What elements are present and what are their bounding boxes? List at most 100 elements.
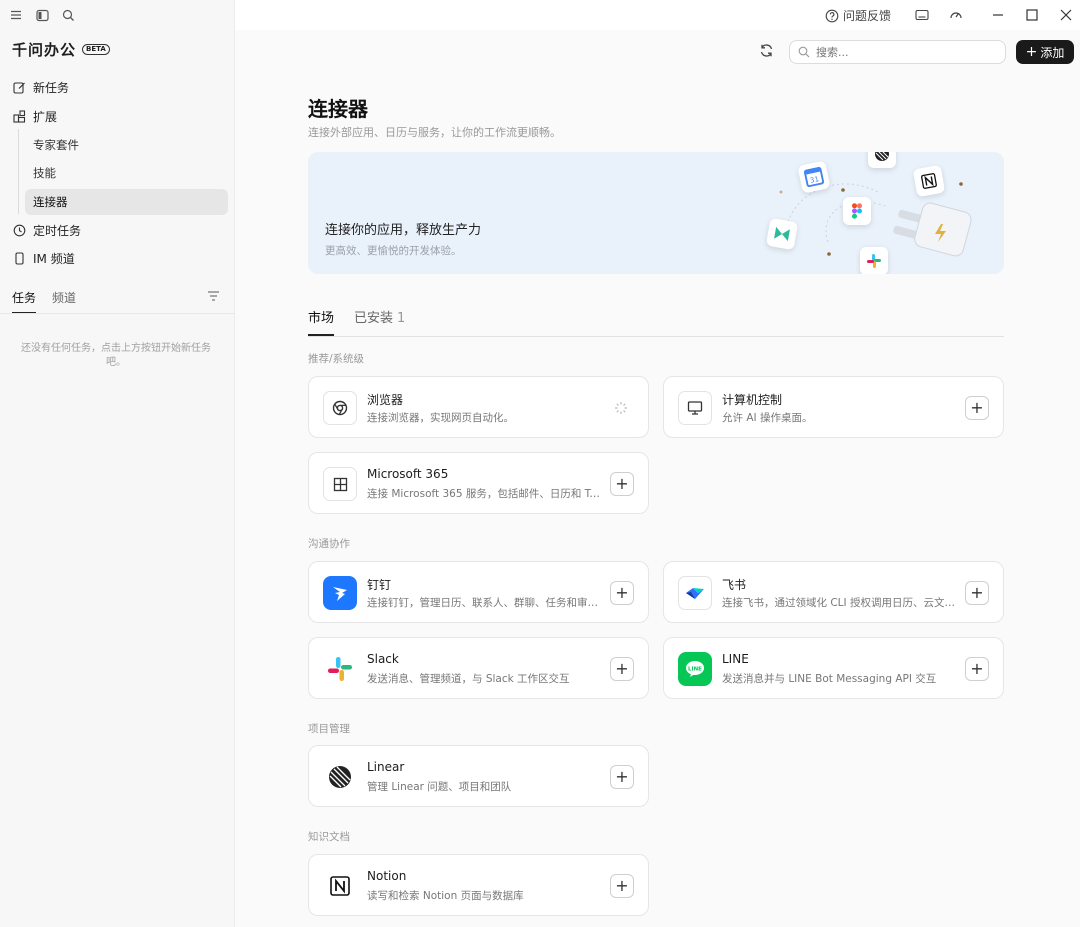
connector-desc: 读写和检索 Notion 页面与数据库 [367,890,524,902]
maximize-icon[interactable] [1024,7,1040,23]
beta-badge: BETA [82,44,110,55]
connector-card-computer-control[interactable]: 计算机控制 允许 AI 操作桌面。 + [663,376,1004,438]
add-connector-button[interactable]: + [610,874,634,898]
section-knowledge: 知识文档 [308,831,350,843]
notion-icon [912,164,946,198]
connector-name: Slack [367,652,399,666]
m-logo-icon [765,217,799,251]
page-title: 连接器 [308,97,368,121]
sidebar-item-label: 连接器 [33,195,68,209]
dingtalk-icon [323,576,357,610]
sidebar-item-connectors[interactable]: 连接器 [25,189,228,215]
section-communication: 沟通协作 [308,538,350,550]
edit-icon [12,80,26,94]
empty-state-text: 还没有任何任务，点击上方按钮开始新任务吧。 [21,343,211,368]
add-connector-button[interactable]: + [610,765,634,789]
connector-desc: 连接浏览器，实现网页自动化。 [367,412,514,424]
connector-name: 计算机控制 [722,393,783,407]
search-icon[interactable] [61,8,75,22]
tab-market-label: 市场 [308,311,335,326]
nav-im-channels[interactable]: IM 频道 [12,246,75,270]
nav-scheduled-label: 定时任务 [33,223,82,238]
connector-desc: 发送消息并与 LINE Bot Messaging API 交互 [722,673,937,685]
nav-new-task-label: 新任务 [33,80,70,95]
connector-card-notion[interactable]: Notion 读写和检索 Notion 页面与数据库 + [308,854,649,916]
nav-scheduled-tasks[interactable]: 定时任务 [12,218,81,242]
add-button[interactable]: + 添加 [1016,40,1074,64]
sidebar-item-label: 技能 [33,166,56,180]
add-connector-button[interactable]: + [610,581,634,605]
feedback-button[interactable]: 问题反馈 [825,7,891,24]
connector-card-microsoft-365[interactable]: Microsoft 365 连接 Microsoft 365 服务，包括邮件、日… [308,452,649,514]
connector-card-linear[interactable]: Linear 管理 Linear 问题、项目和团队 + [308,745,649,807]
connector-card-browser[interactable]: 浏览器 连接浏览器，实现网页自动化。 [308,376,649,438]
brand: 千问办公 BETA [12,39,110,60]
monitor-icon [678,391,712,425]
connector-name: LINE [722,652,749,666]
section-project-management: 项目管理 [308,723,350,735]
search-box[interactable] [789,40,1006,64]
slack-icon [323,652,357,686]
sidebar-tabs: 任务 频道 [12,289,224,314]
connector-desc: 发送消息、管理频道，与 Slack 工作区交互 [367,673,570,685]
add-connector-button[interactable]: + [610,657,634,681]
sidebar-item-label: 专家套件 [33,138,79,152]
add-connector-button[interactable]: + [610,472,634,496]
keyboard-icon[interactable] [914,7,930,23]
filter-icon[interactable] [207,290,220,305]
tab-tasks[interactable]: 任务 [12,289,37,314]
sidebar-item-expert-suite[interactable]: 专家套件 [25,132,228,158]
app-name: 千问办公 [12,41,77,59]
connector-card-slack[interactable]: Slack 发送消息、管理频道，与 Slack 工作区交互 + [308,637,649,699]
submenu-line [18,129,19,214]
connector-desc: 允许 AI 操作桌面。 [722,412,813,424]
connector-name: Linear [367,760,405,774]
feedback-label: 问题反馈 [843,9,892,23]
add-connector-button[interactable]: + [965,581,989,605]
tab-installed[interactable]: 已安装 1 [354,307,405,336]
connector-desc: 连接 Microsoft 365 服务，包括邮件、日历和 Teams [367,488,603,500]
nav-im-label: IM 频道 [33,251,75,266]
add-connector-button[interactable]: + [965,396,989,420]
nav-extensions[interactable]: 扩展 [12,104,57,128]
tab-installed-label: 已安装 [354,311,394,326]
banner-title: 连接你的应用，释放生产力 [325,223,482,238]
plus-icon: + [1025,44,1038,60]
slack-icon [860,247,888,274]
notion-icon [323,869,357,903]
help-icon [825,9,839,22]
tab-channels[interactable]: 频道 [52,289,76,314]
refresh-icon[interactable] [759,43,774,61]
add-connector-button[interactable]: + [965,657,989,681]
sidebar-item-skills[interactable]: 技能 [25,160,228,186]
add-button-label: 添加 [1040,45,1065,60]
nav-new-task[interactable]: 新任务 [12,75,69,99]
sidebar: 千问办公 BETA 新任务 扩展 专家套件 技能 连接器 定时任务 IM 频道 … [0,0,235,927]
minimize-icon[interactable] [990,7,1006,23]
connector-card-line[interactable]: LINE LINE 发送消息并与 LINE Bot Messaging API … [663,637,1004,699]
clock-icon [12,223,26,237]
extension-icon [12,109,26,123]
connector-name: 钉钉 [367,578,392,592]
tab-market[interactable]: 市场 [308,307,335,336]
sidebar-toggle-icon[interactable] [35,8,49,22]
banner-subtitle: 更高效、更愉悦的开发体验。 [325,245,462,257]
search-icon [798,46,810,58]
google-calendar-icon: 31 [797,160,831,194]
divider [0,313,235,314]
search-input[interactable] [816,45,996,59]
grid-icon [323,467,357,501]
linear-icon [323,760,357,794]
linear-icon [868,152,896,168]
connector-name: Notion [367,869,407,883]
connector-card-feishu[interactable]: 飞书 连接飞书，通过领域化 CLI 授权调用日历、云文档等 + [663,561,1004,623]
connector-name: 飞书 [722,578,747,592]
connector-card-dingtalk[interactable]: 钉钉 连接钉钉，管理日历、联系人、群聊、任务和审批等 + [308,561,649,623]
page-subtitle: 连接外部应用、日历与服务，让你的工作流更顺畅。 [308,126,561,139]
close-icon[interactable] [1058,7,1074,23]
connector-tabs: 市场 已安装 1 [308,307,1004,337]
gauge-icon[interactable] [948,7,964,23]
svg-text:LINE: LINE [688,667,702,673]
menu-icon[interactable] [9,8,23,22]
chrome-icon [323,391,357,425]
